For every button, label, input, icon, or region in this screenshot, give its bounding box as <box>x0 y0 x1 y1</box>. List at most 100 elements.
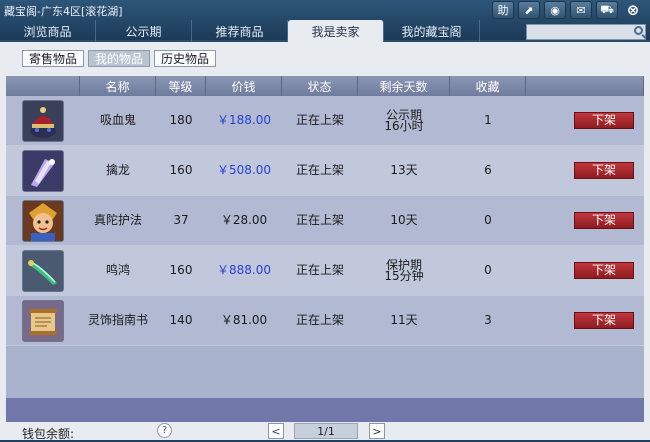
item-favorites: 1 <box>484 113 492 127</box>
item-name: 擒龙 <box>105 163 130 177</box>
search-icon[interactable] <box>634 26 643 35</box>
unlist-button[interactable]: 下架 <box>574 162 634 179</box>
jade-weapon-icon[interactable] <box>22 249 64 292</box>
unlist-button[interactable]: 下架 <box>574 312 634 329</box>
item-favorites: 6 <box>484 163 492 177</box>
remaining-text: 11天 <box>390 313 418 327</box>
column-header: 名称 <box>80 76 156 96</box>
item-thumbnail-cell <box>6 199 80 242</box>
subtab-0[interactable]: 寄售物品 <box>22 50 85 67</box>
item-level: 160 <box>169 163 193 177</box>
table-row[interactable]: 灵饰指南书 140 ￥81.00 正在上架 11天 3 下架 <box>6 296 644 346</box>
crystal-icon[interactable] <box>22 149 64 192</box>
warrior-portrait-icon[interactable] <box>22 199 64 242</box>
subtab-1[interactable]: 我的物品 <box>88 50 151 67</box>
item-remaining: 11天 <box>358 313 450 327</box>
content-panel: 寄售物品 我的物品 历史物品 名称 等级 价钱 状态 剩余天数 收藏 吸血鬼 180 ￥188.0… <box>0 42 650 440</box>
remaining-text: 保护期 15分钟 <box>384 257 424 283</box>
table-header: 名称 等级 价钱 状态 剩余天数 收藏 <box>6 76 644 96</box>
column-header: 状态 <box>282 76 358 96</box>
cart-icon[interactable]: ⛟ <box>596 1 618 19</box>
help-icon[interactable]: 助 <box>492 1 514 19</box>
column-header: 剩余天数 <box>358 76 450 96</box>
prev-page-button[interactable]: < <box>268 423 284 439</box>
tab-4[interactable]: 我的藏宝阁 <box>384 20 480 42</box>
tab-0[interactable]: 浏览商品 <box>0 20 96 42</box>
item-price: ￥81.00 <box>220 313 268 327</box>
item-name: 吸血鬼 <box>99 113 136 127</box>
tab-3[interactable]: 我是卖家 <box>288 20 384 42</box>
next-page-button[interactable]: > <box>369 423 385 439</box>
item-action-cell: 下架 <box>526 312 644 329</box>
item-remaining: 保护期 15分钟 <box>358 257 450 283</box>
table-bottom-bar <box>6 398 644 422</box>
main-tabs: 浏览商品 公示期 推荐商品 我是卖家 我的藏宝阁 <box>0 20 480 42</box>
hat-icon[interactable] <box>22 99 64 142</box>
item-remaining: 10天 <box>358 213 450 227</box>
table-row[interactable]: 吸血鬼 180 ￥188.00 正在上架 公示期 16小时 1 下架 <box>6 96 644 146</box>
scroll-icon[interactable] <box>22 299 64 342</box>
item-status: 正在上架 <box>295 163 344 177</box>
item-name: 鸣鸿 <box>105 263 130 277</box>
page-indicator: 1/1 <box>294 423 358 439</box>
sub-tabs: 寄售物品 我的物品 历史物品 <box>22 50 217 67</box>
unlist-button[interactable]: 下架 <box>574 262 634 279</box>
window-title: 藏宝阁-广东4区[滚花湖] <box>4 5 123 18</box>
item-name: 灵饰指南书 <box>87 313 148 327</box>
help-icon[interactable]: ? <box>157 423 172 438</box>
item-status: 正在上架 <box>295 313 344 327</box>
item-action-cell: 下架 <box>526 262 644 279</box>
table-row[interactable]: 真陀护法 37 ￥28.00 正在上架 10天 0 下架 <box>6 196 644 246</box>
item-price: ￥888.00 <box>217 263 271 277</box>
item-favorites: 0 <box>484 263 492 277</box>
unlist-button[interactable]: 下架 <box>574 112 634 129</box>
search-box[interactable] <box>526 24 646 40</box>
title-buttons: 助 ⬈ ◉ ✉ ⛟ ⊗ <box>492 1 644 19</box>
footer-bar: 钱包余额: ? < 1/1 > <box>0 421 650 441</box>
title-bar: 藏宝阁-广东4区[滚花湖] 助 ⬈ ◉ ✉ ⛟ ⊗ <box>0 0 650 20</box>
item-status: 正在上架 <box>295 213 344 227</box>
item-status: 正在上架 <box>295 263 344 277</box>
column-header: 价钱 <box>206 76 282 96</box>
column-header: 等级 <box>156 76 206 96</box>
column-header <box>526 76 644 96</box>
share-icon[interactable]: ⬈ <box>518 1 540 19</box>
item-name: 真陀护法 <box>93 213 142 227</box>
close-icon[interactable]: ⊗ <box>622 1 644 19</box>
table-row[interactable]: 擒龙 160 ￥508.00 正在上架 13天 6 下架 <box>6 146 644 196</box>
chat-icon[interactable]: ✉ <box>570 1 592 19</box>
subtab-2[interactable]: 历史物品 <box>154 50 217 67</box>
item-thumbnail-cell <box>6 249 80 292</box>
item-remaining: 公示期 16小时 <box>358 109 450 132</box>
column-header: 收藏 <box>450 76 526 96</box>
column-header <box>6 76 80 96</box>
item-price: ￥188.00 <box>217 113 271 127</box>
item-action-cell: 下架 <box>526 112 644 129</box>
search-input[interactable] <box>527 25 631 40</box>
table-row[interactable]: 鸣鸿 160 ￥888.00 正在上架 保护期 15分钟 0 下架 <box>6 246 644 296</box>
tab-2[interactable]: 推荐商品 <box>192 20 288 42</box>
item-status: 正在上架 <box>295 113 344 127</box>
cangbaoge-window: 藏宝阁-广东4区[滚花湖] 助 ⬈ ◉ ✉ ⛟ ⊗ 浏览商品 公示期 推荐商品 我是卖家 我的藏宝… <box>0 0 650 441</box>
record-icon[interactable]: ◉ <box>544 1 566 19</box>
item-level: 160 <box>169 263 193 277</box>
item-favorites: 0 <box>484 213 492 227</box>
unlist-button[interactable]: 下架 <box>574 212 634 229</box>
remaining-text: 13天 <box>390 163 418 177</box>
item-level: 140 <box>169 313 193 327</box>
item-level: 37 <box>173 213 189 227</box>
item-action-cell: 下架 <box>526 212 644 229</box>
item-thumbnail-cell <box>6 99 80 142</box>
table-body: 吸血鬼 180 ￥188.00 正在上架 公示期 16小时 1 下架 擒龙 160 ￥508.00… <box>6 96 644 346</box>
wallet-balance-label: 钱包余额: <box>22 427 75 441</box>
item-thumbnail-cell <box>6 149 80 192</box>
remaining-text: 10天 <box>390 213 418 227</box>
item-level: 180 <box>169 113 193 127</box>
item-thumbnail-cell <box>6 299 80 342</box>
item-remaining: 13天 <box>358 163 450 177</box>
item-table: 名称 等级 价钱 状态 剩余天数 收藏 吸血鬼 180 ￥188.00 正在上架 公示期 16小时… <box>6 76 644 398</box>
tab-1[interactable]: 公示期 <box>96 20 192 42</box>
item-action-cell: 下架 <box>526 162 644 179</box>
item-price: ￥508.00 <box>217 163 271 177</box>
item-price: ￥28.00 <box>220 213 268 227</box>
